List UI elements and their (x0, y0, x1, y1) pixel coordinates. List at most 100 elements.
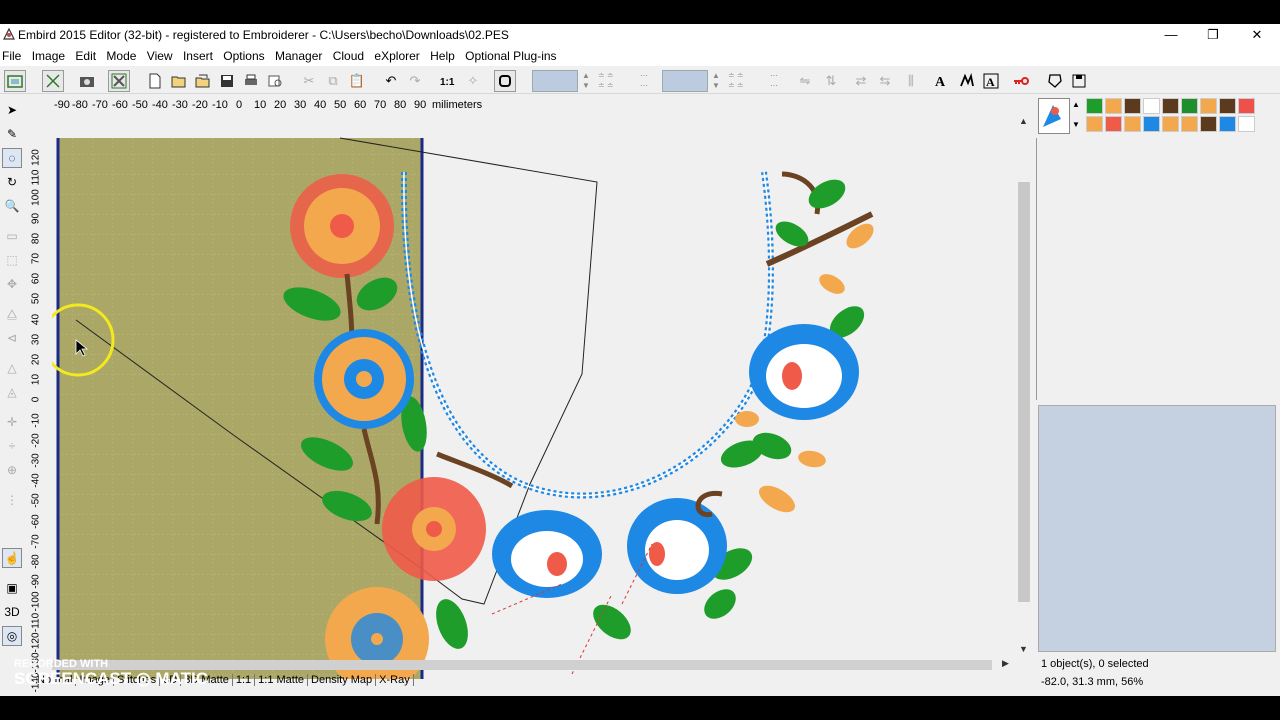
menu-options[interactable]: Options (221, 46, 269, 63)
pointer-tool-icon[interactable]: ➤ (2, 100, 22, 120)
palette-swatch[interactable] (1143, 116, 1160, 132)
palette-swatch[interactable] (1181, 98, 1198, 114)
width-spinner[interactable]: ▲ ▼ (582, 71, 590, 91)
palette-scroll-up-icon[interactable]: ▲ (1072, 100, 1080, 109)
disk-icon[interactable] (1068, 70, 1090, 92)
rotate-icon[interactable]: ⇅ (820, 70, 842, 92)
palette-swatch[interactable] (1086, 98, 1103, 114)
rotate-tool-icon[interactable]: ↻ (2, 172, 22, 192)
columns-icon[interactable]: ⫼ (900, 70, 922, 92)
palette-swatch[interactable] (1200, 116, 1217, 132)
palette-swatch[interactable] (1238, 116, 1255, 132)
palette-swatch[interactable] (1162, 116, 1179, 132)
tab-1-1-matte[interactable]: 1:1 Matte (255, 674, 309, 686)
height-field[interactable] (662, 70, 708, 92)
print-icon[interactable] (240, 70, 262, 92)
mirror-h-tool-icon[interactable]: ⊲ (2, 328, 22, 348)
palette-swatch[interactable] (1219, 98, 1236, 114)
lasso-tool-icon[interactable]: ◌ (2, 148, 22, 168)
skew-tool-icon[interactable]: △ (2, 358, 22, 378)
open-multiple-icon[interactable] (192, 70, 214, 92)
menu-mode[interactable]: Mode (104, 46, 141, 63)
box-tool-icon[interactable]: ▭ (2, 226, 22, 246)
height-lock-icon[interactable]: ⋯ ⋯ (770, 71, 778, 91)
menu-optional-plugins[interactable]: Optional Plug-ins (463, 46, 561, 63)
palette-swatch[interactable] (1143, 98, 1160, 114)
palette-swatch[interactable] (1086, 116, 1103, 132)
delete-objects-icon[interactable] (108, 70, 130, 92)
font-a-icon[interactable]: A (980, 70, 1002, 92)
key-icon[interactable] (1010, 70, 1032, 92)
menu-view[interactable]: View (145, 46, 178, 63)
move-tool-icon[interactable]: ✥ (2, 274, 22, 294)
palette-swatch[interactable] (1162, 98, 1179, 114)
distribute-icon[interactable]: ⇆ (874, 70, 896, 92)
menu-file[interactable]: File (0, 46, 26, 63)
width-field[interactable] (532, 70, 578, 92)
menu-edit[interactable]: Edit (73, 46, 101, 63)
tab-density-map[interactable]: Density Map (308, 674, 377, 686)
scroll-right-icon[interactable]: ▶ (1002, 658, 1009, 669)
slant-tool-icon[interactable]: ◬ (2, 382, 22, 402)
text-a-icon[interactable]: A (930, 70, 952, 92)
vertical-scroll-thumb[interactable] (1018, 182, 1030, 602)
scroll-down-icon[interactable]: ▼ (1019, 644, 1028, 654)
height-step-icons[interactable]: ≐ ≐ ≐ ≐ (728, 71, 744, 91)
monogram-icon[interactable] (956, 70, 978, 92)
split-tool-icon[interactable]: ÷ (2, 436, 22, 456)
select-tool-icon[interactable]: ✎ (2, 124, 22, 144)
hoop-icon[interactable] (4, 70, 26, 92)
menu-cloud[interactable]: Cloud (331, 46, 369, 63)
minimize-button[interactable]: — (1148, 24, 1194, 46)
palette-swatch[interactable] (1124, 116, 1141, 132)
mirror-icon[interactable]: ⇋ (794, 70, 816, 92)
tab-1-1[interactable]: 1:1 (233, 674, 256, 686)
fit-tool-icon[interactable]: ▣ (2, 578, 22, 598)
sparkle-icon[interactable]: ✧ (462, 70, 484, 92)
zoom-tool-icon[interactable]: 🔍 (2, 196, 22, 216)
menu-help[interactable]: Help (428, 46, 460, 63)
palette-swatch[interactable] (1238, 98, 1255, 114)
view-tool-icon[interactable]: ◎ (2, 626, 22, 646)
scroll-up-icon[interactable]: ▲ (1019, 116, 1028, 126)
one-to-one-icon[interactable]: 1:1 (436, 70, 458, 92)
resize-tool-icon[interactable]: ⬚ (2, 250, 22, 270)
palette-swatch[interactable] (1181, 116, 1198, 132)
redo-icon[interactable]: ↷ (404, 70, 426, 92)
open-file-icon[interactable] (168, 70, 190, 92)
palette-swatch[interactable] (1219, 116, 1236, 132)
palette-swatch[interactable] (1124, 98, 1141, 114)
mirror-v-tool-icon[interactable]: ⧋ (2, 304, 22, 324)
embroidery-design[interactable] (52, 114, 1012, 679)
cut-icon[interactable]: ✂ (298, 70, 320, 92)
close-button[interactable]: ✕ (1234, 24, 1280, 46)
palette-dropdown-icon[interactable]: ▼ (1072, 120, 1080, 129)
align-icon[interactable]: ⇄ (850, 70, 872, 92)
height-spinner[interactable]: ▲ ▼ (712, 71, 720, 91)
menu-image[interactable]: Image (30, 46, 70, 63)
menu-insert[interactable]: Insert (181, 46, 218, 63)
menu-explorer[interactable]: eXplorer (372, 46, 424, 63)
node-tool-icon[interactable]: ✛ (2, 412, 22, 432)
paste-icon[interactable]: 📋 (346, 70, 368, 92)
shape-icon[interactable] (1044, 70, 1066, 92)
palette-swatch[interactable] (1105, 116, 1122, 132)
camera-icon[interactable] (76, 70, 98, 92)
vertical-scrollbar[interactable]: ▲ ▼ (1016, 116, 1032, 656)
design-canvas[interactable] (52, 114, 1012, 679)
tab-x-ray[interactable]: X-Ray (376, 674, 414, 686)
width-step-icons[interactable]: ≐ ≐ ≐ ≐ (598, 71, 614, 91)
width-lock-icon[interactable]: ⋯ ⋯ (640, 71, 648, 91)
print-preview-icon[interactable] (264, 70, 286, 92)
menu-manager[interactable]: Manager (273, 46, 327, 63)
restore-button[interactable]: ❐ (1190, 24, 1236, 46)
select-stitches-icon[interactable] (42, 70, 64, 92)
current-color-preview[interactable] (1038, 98, 1070, 134)
copy-icon[interactable]: ⧉ (322, 70, 344, 92)
save-icon[interactable] (216, 70, 238, 92)
3d-tool-icon[interactable]: 3D (2, 602, 22, 622)
undo-icon[interactable]: ↶ (380, 70, 402, 92)
palette-swatch[interactable] (1200, 98, 1217, 114)
stop-icon[interactable] (494, 70, 516, 92)
join-tool-icon[interactable]: ⊕ (2, 460, 22, 480)
